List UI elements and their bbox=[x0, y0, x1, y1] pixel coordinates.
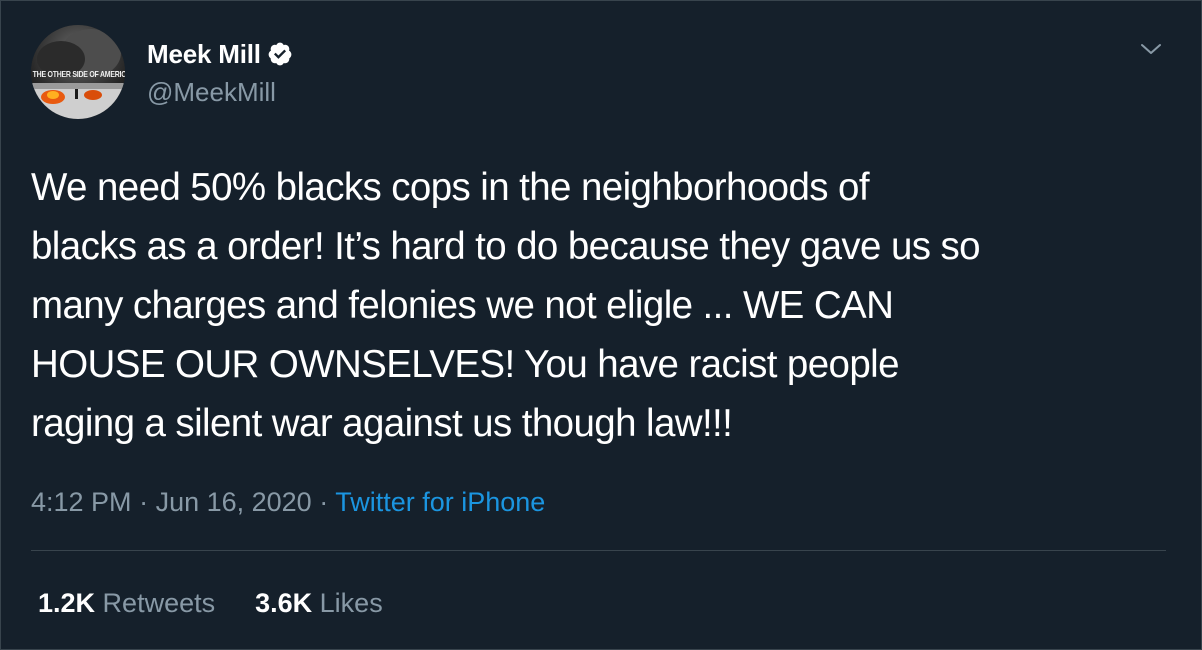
likes-stat[interactable]: 3.6K Likes bbox=[255, 586, 383, 620]
retweets-stat[interactable]: 1.2K Retweets bbox=[38, 586, 215, 620]
likes-label: Likes bbox=[312, 588, 383, 618]
divider bbox=[31, 550, 1166, 551]
display-name[interactable]: Meek Mill bbox=[147, 39, 261, 69]
avatar-caption: THE OTHER SIDE OF AMERICA bbox=[32, 69, 125, 79]
tweet-stats: 1.2K Retweets 3.6K Likes bbox=[38, 586, 423, 620]
meta-separator: · bbox=[131, 487, 156, 517]
retweets-count: 1.2K bbox=[38, 588, 96, 618]
tweet-meta: 4:12 PM · Jun 16, 2020 · Twitter for iPh… bbox=[31, 485, 545, 519]
chevron-down-icon[interactable] bbox=[1139, 37, 1163, 61]
tweet-time[interactable]: 4:12 PM bbox=[31, 487, 132, 517]
avatar[interactable]: THE OTHER SIDE OF AMERICA bbox=[31, 25, 125, 119]
meta-separator: · bbox=[311, 487, 336, 517]
tweet-text: We need 50% blacks cops in the neighborh… bbox=[31, 166, 981, 445]
tweet-source-link[interactable]: Twitter for iPhone bbox=[335, 487, 545, 517]
retweets-label: Retweets bbox=[95, 588, 216, 618]
tweet-card: THE OTHER SIDE OF AMERICA Meek Mill @Mee… bbox=[0, 0, 1202, 650]
verified-badge-icon bbox=[267, 41, 293, 67]
tweet-date[interactable]: Jun 16, 2020 bbox=[156, 487, 312, 517]
likes-count: 3.6K bbox=[255, 588, 313, 618]
user-handle[interactable]: @MeekMill bbox=[147, 77, 276, 107]
user-name-row: Meek Mill bbox=[147, 39, 293, 69]
